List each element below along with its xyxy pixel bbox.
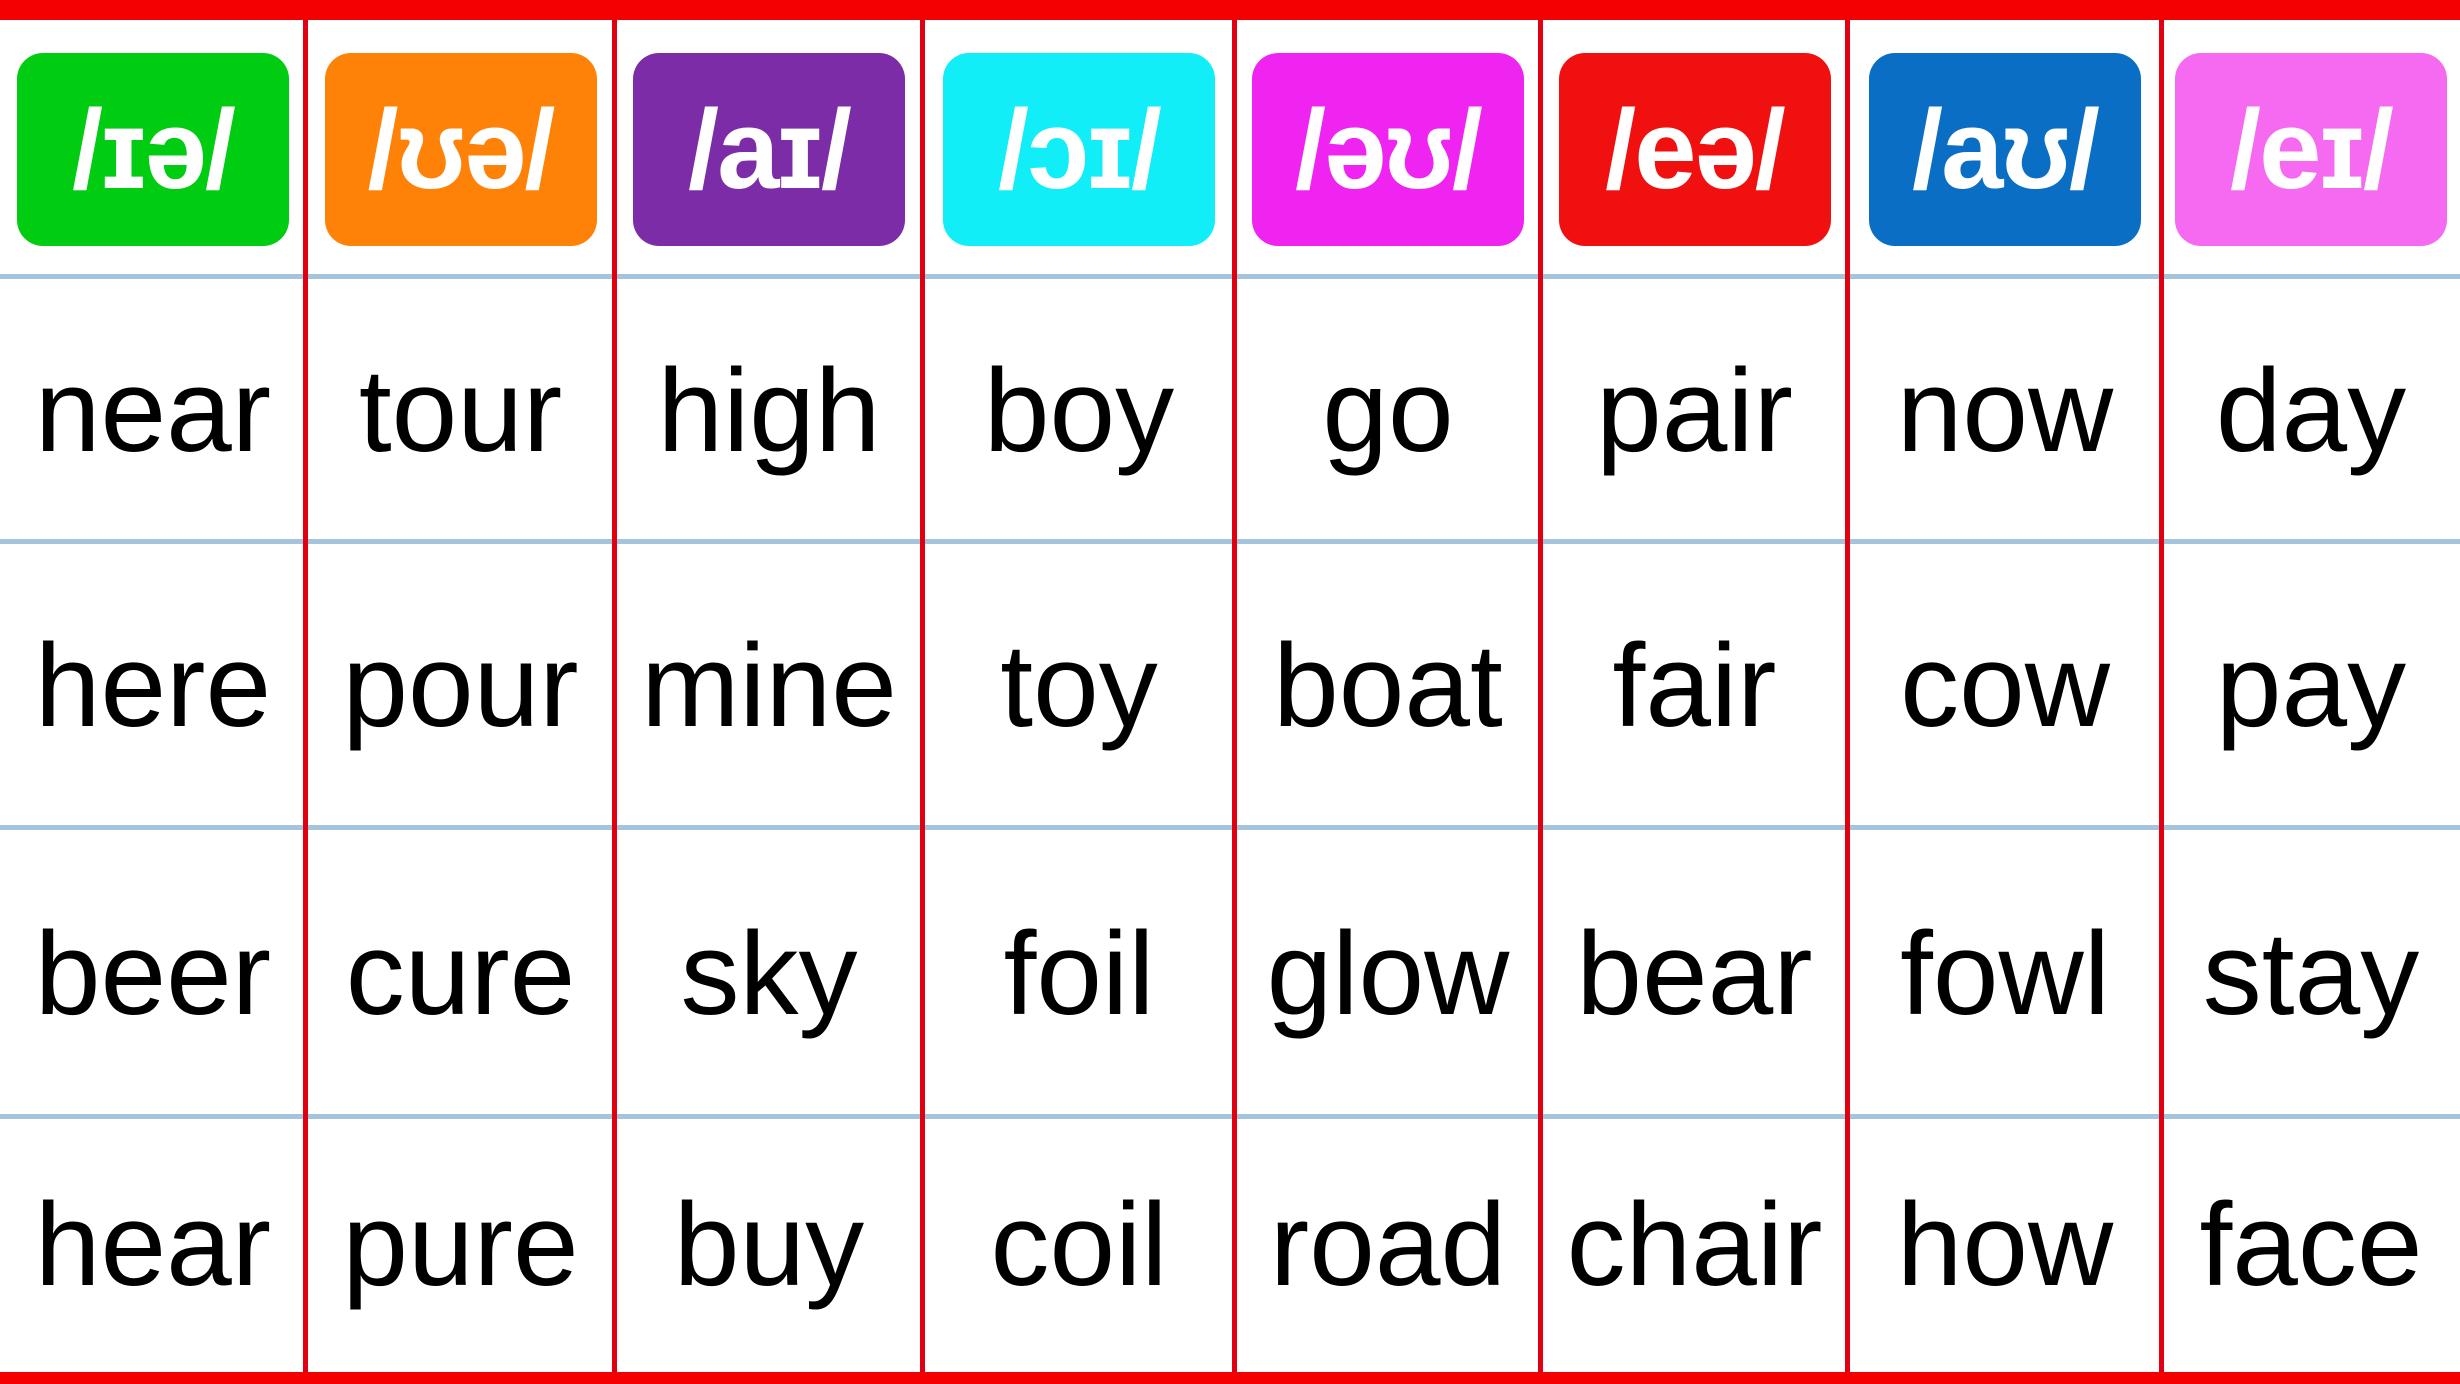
word-cell: go bbox=[1322, 344, 1454, 477]
word-cell: cow bbox=[1900, 620, 2110, 752]
word-cell: toy bbox=[1000, 620, 1158, 752]
column-header: /eɪ/ bbox=[2162, 20, 2460, 278]
word-cell: sky bbox=[680, 907, 858, 1040]
word-cell: mine bbox=[641, 620, 897, 752]
sound-badge: /aʊ/ bbox=[1869, 52, 2141, 246]
column-divider bbox=[1538, 20, 1543, 1372]
word-cell: pair bbox=[1596, 344, 1793, 477]
word-cell: glow bbox=[1266, 907, 1510, 1040]
column-divider bbox=[920, 20, 925, 1372]
sound-badge: /ɪə/ bbox=[17, 52, 289, 246]
word-cell: now bbox=[1896, 344, 2114, 477]
column-divider bbox=[303, 20, 308, 1372]
column-header: /aɪ/ bbox=[615, 20, 923, 278]
column-header: /əʊ/ bbox=[1235, 20, 1541, 278]
column-header: /ʊə/ bbox=[306, 20, 615, 278]
word-cell: face bbox=[2199, 1179, 2423, 1311]
word-cell: beer bbox=[34, 907, 272, 1040]
word-cell: cure bbox=[345, 907, 576, 1040]
word-cell: fair bbox=[1612, 620, 1777, 752]
column-header: /ɔɪ/ bbox=[923, 20, 1235, 278]
word-cell: coil bbox=[990, 1179, 1168, 1311]
word-cell: hear bbox=[34, 1179, 272, 1311]
column-header: /aʊ/ bbox=[1848, 20, 2162, 278]
word-cell: near bbox=[34, 344, 272, 477]
word-cell: high bbox=[657, 344, 881, 477]
word-cell: road bbox=[1269, 1179, 1507, 1311]
sound-badge: /əʊ/ bbox=[1252, 52, 1524, 246]
word-cell: tour bbox=[358, 344, 563, 477]
row-divider bbox=[0, 825, 2460, 830]
word-cell: pour bbox=[342, 620, 579, 752]
word-cell: buy bbox=[673, 1179, 865, 1311]
word-cell: here bbox=[34, 620, 272, 752]
word-cell: day bbox=[2215, 344, 2407, 477]
word-cell: bear bbox=[1576, 907, 1813, 1040]
column-header: /ɪə/ bbox=[0, 20, 306, 278]
sound-badge: /ʊə/ bbox=[324, 52, 597, 246]
word-cell: fowl bbox=[1900, 907, 2110, 1040]
column-header: /eə/ bbox=[1541, 20, 1848, 278]
row-divider bbox=[0, 274, 2460, 279]
sound-badge: /aɪ/ bbox=[633, 52, 905, 246]
word-cell: chair bbox=[1566, 1179, 1823, 1311]
column-divider bbox=[1232, 20, 1237, 1372]
sound-badge: /eə/ bbox=[1558, 52, 1831, 246]
row-divider bbox=[0, 1114, 2460, 1119]
column-divider bbox=[612, 20, 617, 1372]
word-cell: boy bbox=[983, 344, 1175, 477]
column-divider bbox=[1845, 20, 1850, 1372]
column-divider bbox=[2159, 20, 2164, 1372]
word-cell: pure bbox=[342, 1179, 579, 1311]
row-divider bbox=[0, 539, 2460, 544]
word-cell: how bbox=[1896, 1179, 2114, 1311]
top-border bbox=[0, 0, 2460, 20]
sound-badge: /eɪ/ bbox=[2175, 52, 2447, 246]
sound-badge: /ɔɪ/ bbox=[943, 52, 1215, 246]
word-cell: boat bbox=[1273, 620, 1503, 752]
bottom-border bbox=[0, 1372, 2460, 1384]
word-cell: pay bbox=[2215, 620, 2407, 752]
word-cell: stay bbox=[2202, 907, 2420, 1040]
word-cell: foil bbox=[1003, 907, 1155, 1040]
diphthong-table: /ɪə/near here beer hear/ʊə/tour pour cure pure… bbox=[0, 20, 2460, 1372]
